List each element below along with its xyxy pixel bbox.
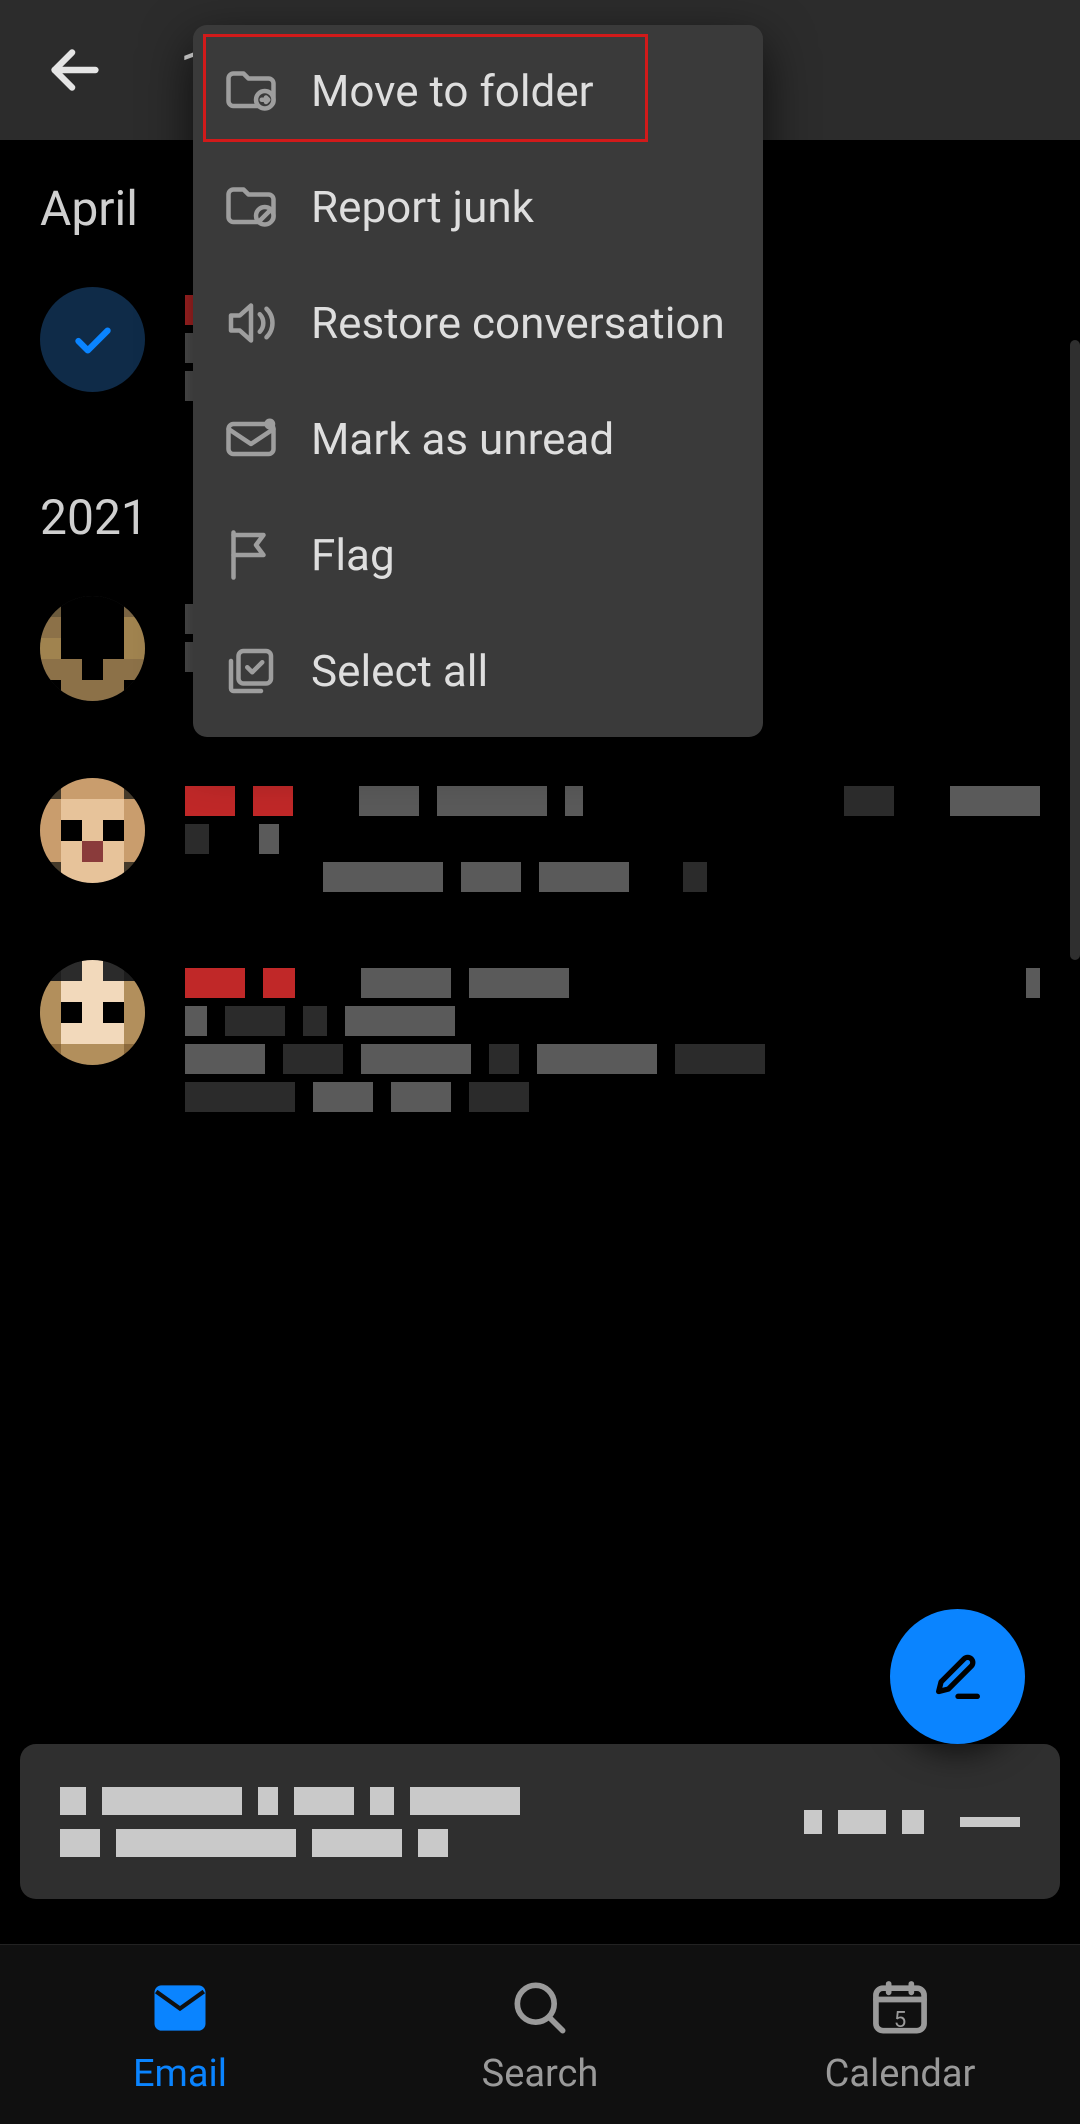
bottom-nav: Email Search 5 Calendar: [0, 1944, 1080, 2124]
inbox-banner[interactable]: [20, 1744, 1060, 1899]
mail-row[interactable]: [0, 758, 1080, 940]
menu-item-move-to-folder[interactable]: Move to folder: [193, 33, 763, 149]
mail-row[interactable]: [0, 940, 1080, 1160]
overflow-menu: Move to folder Report junk Restore conve…: [193, 25, 763, 737]
select-all-icon: [221, 641, 281, 701]
menu-item-label: Mark as unread: [311, 413, 614, 465]
email-icon: [146, 1974, 214, 2042]
calendar-icon: 5: [866, 1974, 934, 2042]
menu-item-restore-conversation[interactable]: Restore conversation: [193, 265, 763, 381]
nav-label: Email: [133, 2052, 227, 2096]
mail-unread-icon: [221, 409, 281, 469]
speaker-icon: [221, 293, 281, 353]
menu-item-label: Select all: [311, 645, 488, 697]
nav-calendar[interactable]: 5 Calendar: [720, 1945, 1080, 2124]
menu-item-label: Move to folder: [311, 65, 594, 117]
nav-label: Search: [482, 2052, 599, 2096]
menu-item-flag[interactable]: Flag: [193, 497, 763, 613]
folder-block-icon: [221, 177, 281, 237]
mail-row-body: [185, 960, 1040, 1120]
menu-item-label: Restore conversation: [311, 297, 725, 349]
menu-item-mark-unread[interactable]: Mark as unread: [193, 381, 763, 497]
mail-row-body: [185, 778, 1040, 900]
menu-item-report-junk[interactable]: Report junk: [193, 149, 763, 265]
folder-move-icon: [221, 61, 281, 121]
avatar[interactable]: [40, 778, 145, 883]
compose-icon: [929, 1648, 987, 1706]
avatar-selected[interactable]: [40, 287, 145, 392]
nav-email[interactable]: Email: [0, 1945, 360, 2124]
arrow-left-icon: [40, 35, 110, 105]
checkmark-icon: [68, 315, 118, 365]
menu-item-select-all[interactable]: Select all: [193, 613, 763, 729]
calendar-day: 5: [866, 2008, 934, 2033]
scroll-indicator[interactable]: [1070, 340, 1080, 960]
back-button[interactable]: [40, 35, 110, 105]
avatar[interactable]: [40, 596, 145, 701]
banner-text: [60, 1787, 520, 1857]
flag-icon: [221, 525, 281, 585]
avatar[interactable]: [40, 960, 145, 1065]
menu-item-label: Flag: [311, 529, 395, 581]
nav-label: Calendar: [825, 2052, 976, 2096]
menu-item-label: Report junk: [311, 181, 534, 233]
nav-search[interactable]: Search: [360, 1945, 720, 2124]
search-icon: [506, 1974, 574, 2042]
compose-fab[interactable]: [890, 1609, 1025, 1744]
banner-action[interactable]: [804, 1810, 1020, 1834]
